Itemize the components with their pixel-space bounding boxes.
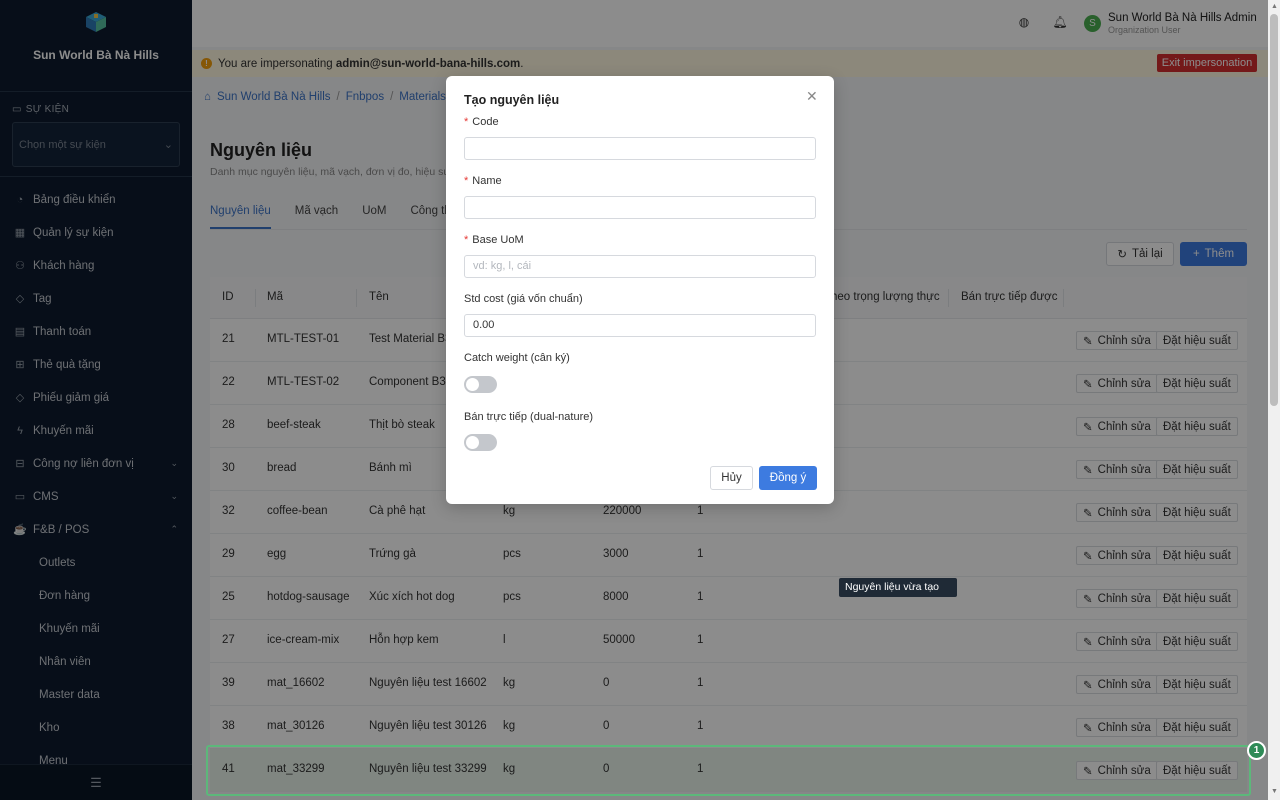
base-uom-input[interactable]: vd: kg, l, cái	[464, 255, 816, 278]
scroll-thumb[interactable]	[1270, 14, 1278, 406]
new-row-highlight	[206, 745, 1251, 796]
cancel-button[interactable]: Hủy	[710, 466, 753, 490]
dual-nature-toggle[interactable]	[464, 434, 497, 451]
base-uom-label: * Base UoM	[464, 234, 524, 246]
name-label: * Name	[464, 175, 502, 187]
scroll-down-icon[interactable]: ▼	[1271, 788, 1278, 795]
ok-button[interactable]: Đồng ý	[759, 466, 817, 490]
catch-weight-label: Catch weight (cân ký)	[464, 352, 570, 364]
page-scrollbar[interactable]: ▲ ▼	[1268, 0, 1280, 800]
close-icon[interactable]: ✕	[806, 88, 818, 105]
std-cost-label: Std cost (giá vốn chuẩn)	[464, 293, 583, 305]
catch-weight-toggle[interactable]	[464, 376, 497, 393]
highlight-tooltip: Nguyên liệu vừa tạo	[839, 578, 957, 597]
dual-nature-label: Bán trực tiếp (dual-nature)	[464, 411, 594, 423]
modal-title: Tạo nguyên liệu	[464, 93, 560, 107]
std-cost-input[interactable]: 0.00	[464, 314, 816, 337]
create-material-modal: Tạo nguyên liệu ✕ * Code * Name * Base UoM …	[446, 76, 834, 504]
scroll-up-icon[interactable]: ▲	[1271, 3, 1278, 10]
code-input[interactable]	[464, 137, 816, 160]
code-label: * Code	[464, 116, 499, 128]
highlight-badge: 1	[1247, 741, 1266, 760]
name-input[interactable]	[464, 196, 816, 219]
